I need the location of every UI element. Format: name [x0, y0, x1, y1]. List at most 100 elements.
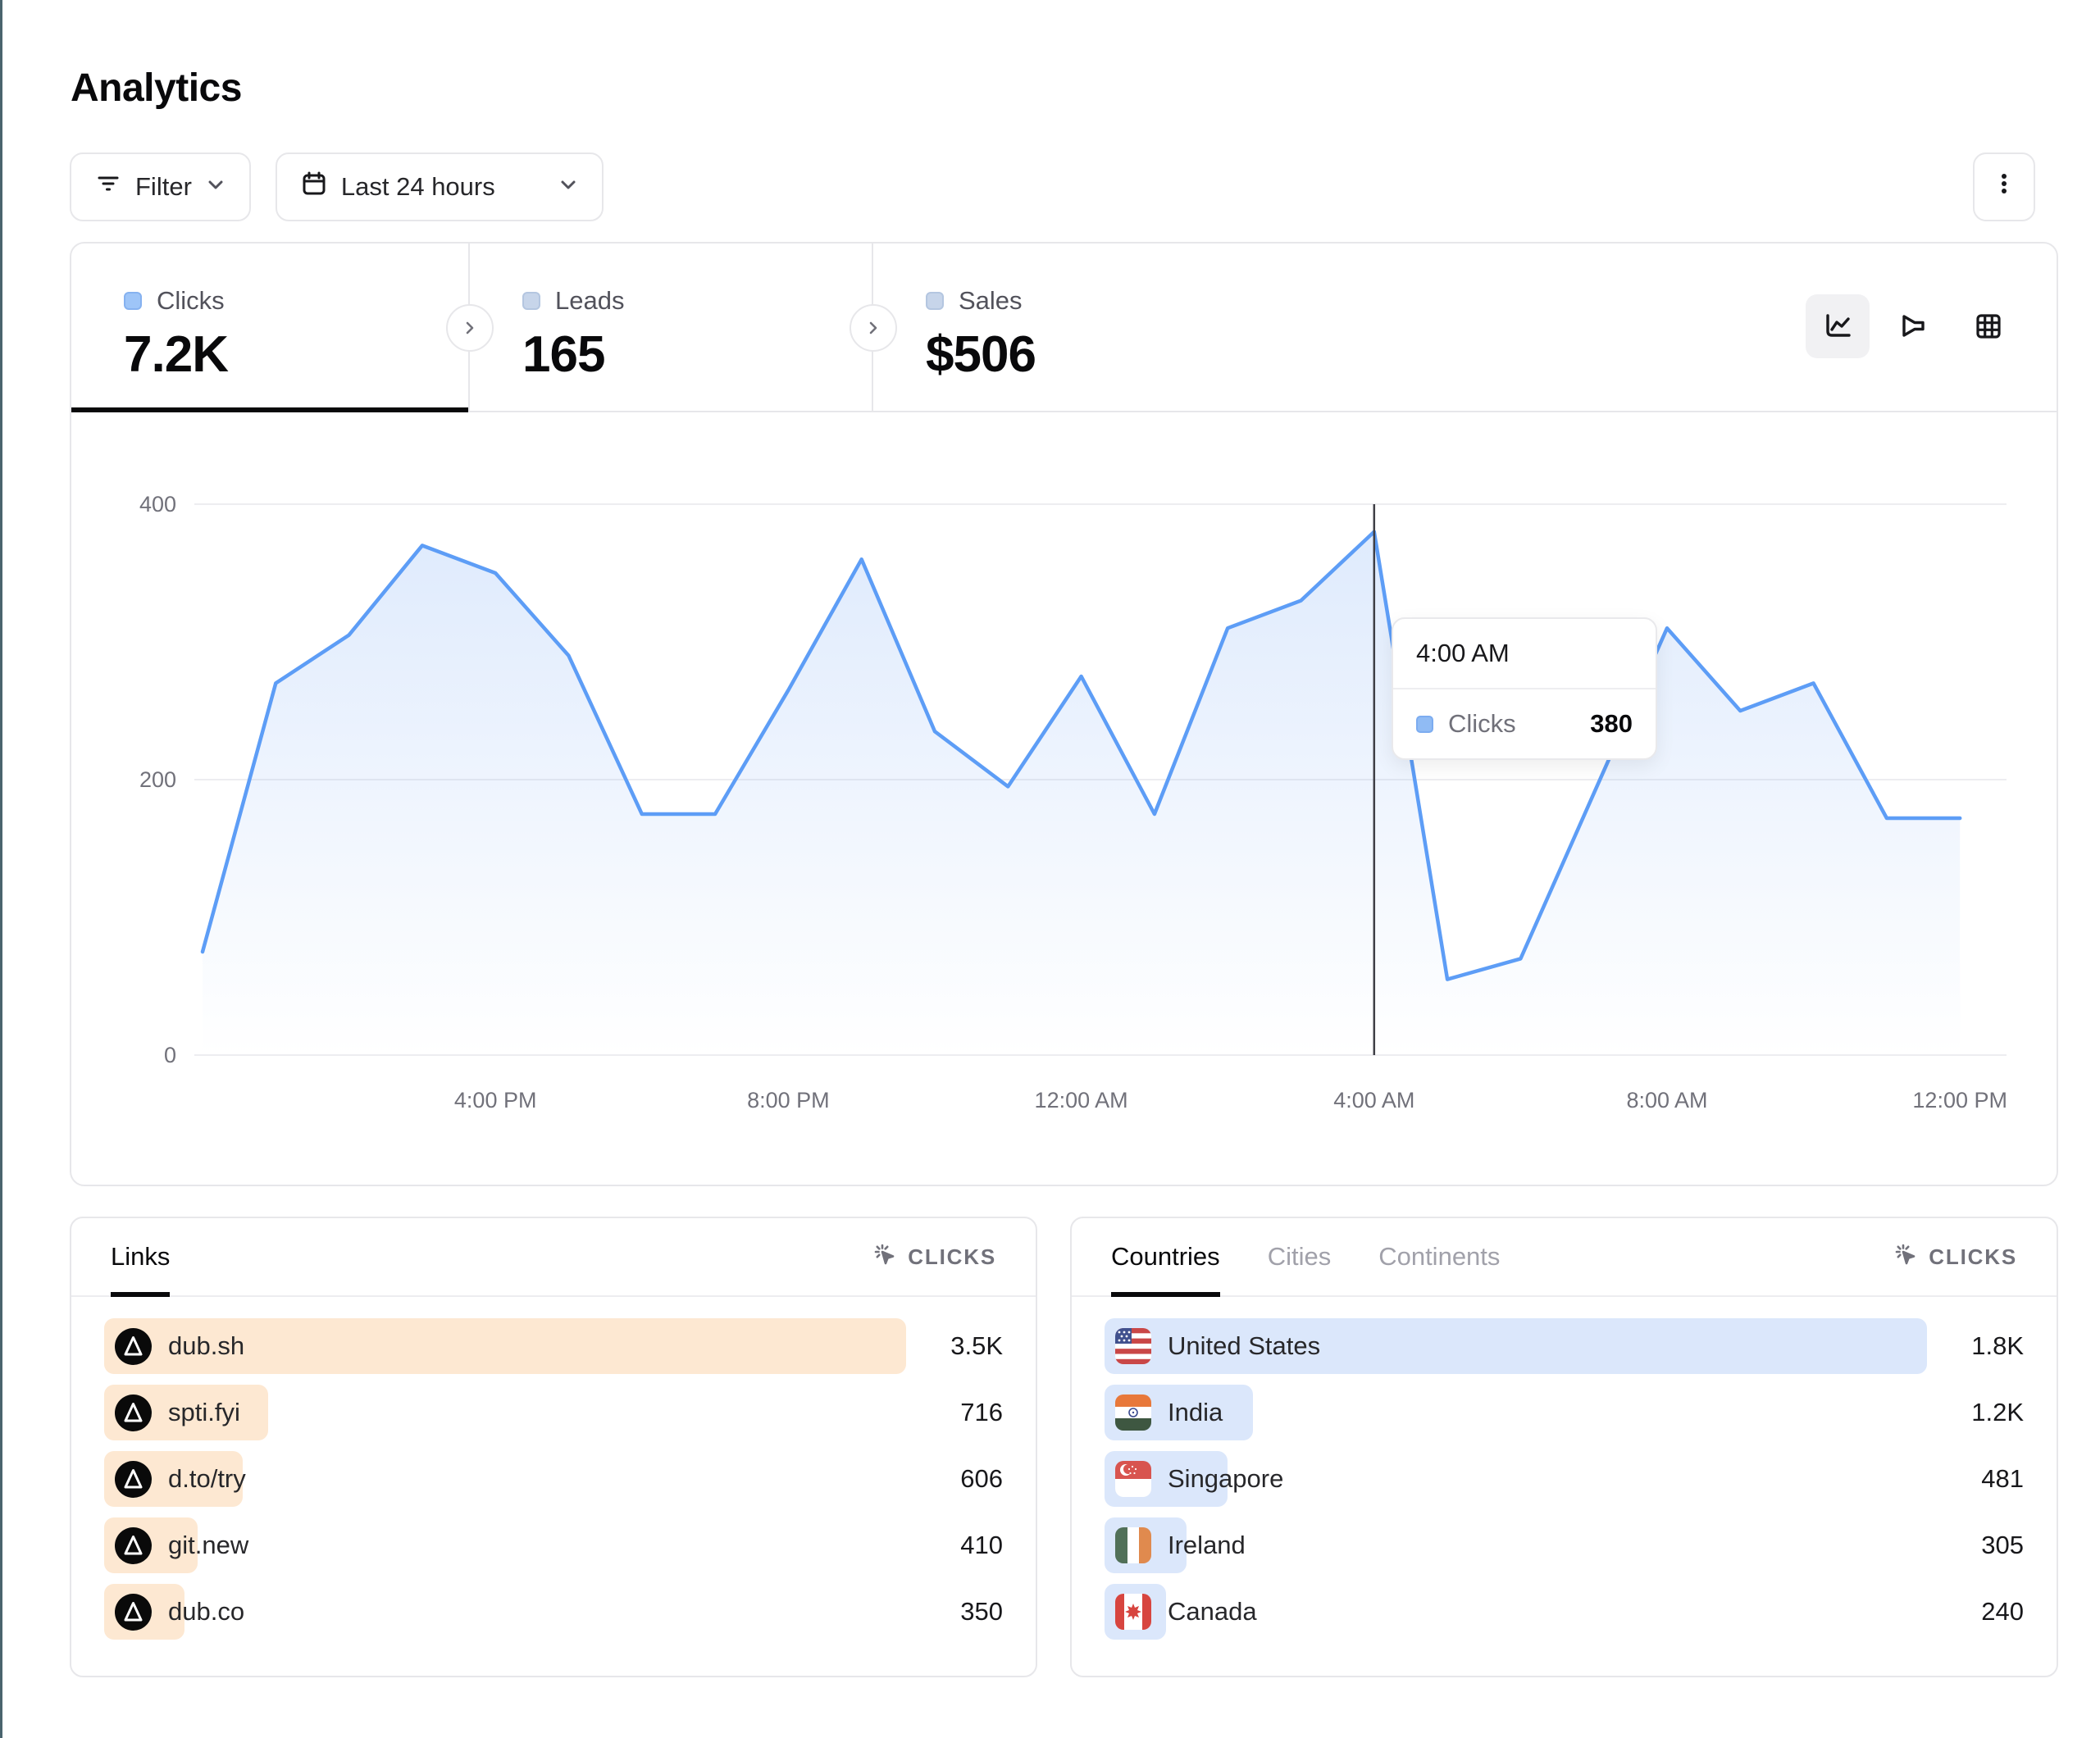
- bar-track: Singapore: [1105, 1451, 1927, 1507]
- row-value: 240: [1927, 1597, 2024, 1627]
- data-row-d-to-try[interactable]: d.to/try 606: [104, 1451, 1003, 1507]
- chart-view-switcher: [1806, 294, 2020, 358]
- data-row-dub-sh[interactable]: dub.sh3.5K: [104, 1318, 1003, 1374]
- page-title: Analytics: [71, 66, 242, 111]
- x-axis-tick: 8:00 PM: [747, 1088, 830, 1112]
- date-range-button[interactable]: Last 24 hours: [276, 152, 604, 221]
- filter-label: Filter: [135, 172, 192, 202]
- row-label: spti.fyi: [168, 1398, 240, 1427]
- data-row-india[interactable]: India 1.2K: [1105, 1385, 2024, 1440]
- data-row-canada[interactable]: Canada 240: [1105, 1584, 2024, 1640]
- chart-tooltip: 4:00 AM Clicks 380: [1392, 617, 1657, 760]
- filter-icon: [94, 170, 122, 204]
- row-label: India: [1168, 1398, 1223, 1427]
- dub-logo-icon: [115, 1527, 152, 1564]
- row-label: git.new: [168, 1531, 248, 1560]
- tooltip-time: 4:00 AM: [1393, 619, 1656, 689]
- bar-track: dub.co: [104, 1584, 906, 1640]
- clicks-legend-square: [1416, 716, 1433, 733]
- bar-track: United States: [1105, 1318, 1927, 1374]
- tab-countries[interactable]: Countries: [1111, 1218, 1220, 1295]
- row-label: Ireland: [1168, 1531, 1246, 1560]
- metric-tab-leads[interactable]: Leads165: [470, 243, 873, 411]
- y-axis-tick: 400: [139, 492, 176, 516]
- funnel-icon[interactable]: [1881, 294, 1945, 358]
- metric-value: 165: [522, 325, 872, 384]
- flag-icon-us: [1115, 1328, 1151, 1364]
- cursor-click-icon: [872, 1241, 898, 1273]
- y-axis-tick: 200: [139, 767, 176, 792]
- row-value: 606: [906, 1464, 1003, 1494]
- row-value: 1.2K: [1927, 1398, 2024, 1427]
- data-row-dub-co[interactable]: dub.co350: [104, 1584, 1003, 1640]
- data-row-united-states[interactable]: United States 1.8K: [1105, 1318, 2024, 1374]
- clicks-legend-square: [124, 292, 142, 310]
- row-label: dub.sh: [168, 1331, 244, 1361]
- analytics-page: Analytics Filter Last 24 hours: [0, 0, 2100, 1738]
- links-panel: Links CLICKS dub.sh3.5K spti.fyi 716 d.to/t…: [70, 1217, 1037, 1677]
- bar-track: d.to/try: [104, 1451, 906, 1507]
- flag-icon-ca: [1115, 1594, 1151, 1630]
- x-axis-tick: 12:00 PM: [1912, 1088, 2007, 1112]
- chevron-down-icon: [205, 172, 226, 202]
- table-icon[interactable]: [1957, 294, 2020, 358]
- chart-canvas: 02004004:00 PM8:00 PM12:00 AM4:00 AM8:00…: [71, 412, 2057, 1186]
- bar-track: Ireland: [1105, 1517, 1927, 1573]
- bar-track: Canada: [1105, 1584, 1927, 1640]
- date-range-label: Last 24 hours: [341, 172, 495, 202]
- data-row-git-new[interactable]: git.new 410: [104, 1517, 1003, 1573]
- kebab-menu-icon: [1990, 170, 2018, 204]
- row-value: 481: [1927, 1464, 2024, 1494]
- dub-logo-icon: [115, 1328, 152, 1365]
- metric-label: Sales: [959, 286, 1023, 316]
- chevron-right-icon[interactable]: [850, 304, 897, 352]
- filter-button[interactable]: Filter: [70, 152, 251, 221]
- tab-cities[interactable]: Cities: [1268, 1218, 1332, 1295]
- metric-label: Clicks: [157, 286, 225, 316]
- calendar-icon: [300, 170, 328, 204]
- chevron-right-icon[interactable]: [446, 304, 494, 352]
- geo-panel: Countries Cities Continents CLICKS United …: [1070, 1217, 2058, 1677]
- clicks-area-chart[interactable]: 02004004:00 PM8:00 PM12:00 AM4:00 AM8:00…: [71, 412, 2057, 1186]
- row-value: 1.8K: [1927, 1331, 2024, 1361]
- links-panel-header: Links CLICKS: [71, 1218, 1036, 1297]
- bar-track: git.new: [104, 1517, 906, 1573]
- geo-metric-header[interactable]: CLICKS: [1893, 1241, 2017, 1273]
- flag-icon-in: [1115, 1394, 1151, 1431]
- geo-metric-label: CLICKS: [1929, 1244, 2017, 1270]
- tab-continents[interactable]: Continents: [1378, 1218, 1500, 1295]
- row-label: United States: [1168, 1331, 1320, 1361]
- flag-icon-ie: [1115, 1527, 1151, 1563]
- dub-logo-icon: [115, 1461, 152, 1498]
- metric-value: 7.2K: [124, 325, 468, 384]
- bar-track: spti.fyi: [104, 1385, 906, 1440]
- links-metric-header[interactable]: CLICKS: [872, 1241, 996, 1273]
- links-metric-label: CLICKS: [908, 1244, 996, 1270]
- metric-tabs-row: Clicks7.2KLeads165Sales$506: [71, 243, 2057, 412]
- data-row-singapore[interactable]: Singapore 481: [1105, 1451, 2024, 1507]
- dub-logo-icon: [115, 1394, 152, 1431]
- row-label: Singapore: [1168, 1464, 1283, 1494]
- row-label: Canada: [1168, 1597, 1257, 1627]
- row-value: 305: [1927, 1531, 2024, 1560]
- row-value: 410: [906, 1531, 1003, 1560]
- row-value: 716: [906, 1398, 1003, 1427]
- window-edge-strip: [0, 0, 2, 1738]
- sales-legend-square: [926, 292, 944, 310]
- data-row-ireland[interactable]: Ireland 305: [1105, 1517, 2024, 1573]
- bar-track: India: [1105, 1385, 1927, 1440]
- analytics-chart-card: Clicks7.2KLeads165Sales$506: [70, 242, 2058, 1186]
- metric-tab-clicks[interactable]: Clicks 7.2K: [71, 243, 470, 411]
- line-chart-icon[interactable]: [1806, 294, 1870, 358]
- tooltip-value: 380: [1590, 709, 1633, 739]
- geo-panel-header: Countries Cities Continents CLICKS: [1072, 1218, 2057, 1297]
- data-row-spti-fyi[interactable]: spti.fyi 716: [104, 1385, 1003, 1440]
- tab-links[interactable]: Links: [111, 1218, 170, 1295]
- row-label: d.to/try: [168, 1464, 246, 1494]
- y-axis-tick: 0: [164, 1043, 176, 1067]
- row-label: dub.co: [168, 1597, 244, 1627]
- cursor-click-icon: [1893, 1241, 1919, 1273]
- flag-icon-sg: [1115, 1461, 1151, 1497]
- x-axis-tick: 8:00 AM: [1626, 1088, 1707, 1112]
- more-options-button[interactable]: [1973, 152, 2035, 221]
